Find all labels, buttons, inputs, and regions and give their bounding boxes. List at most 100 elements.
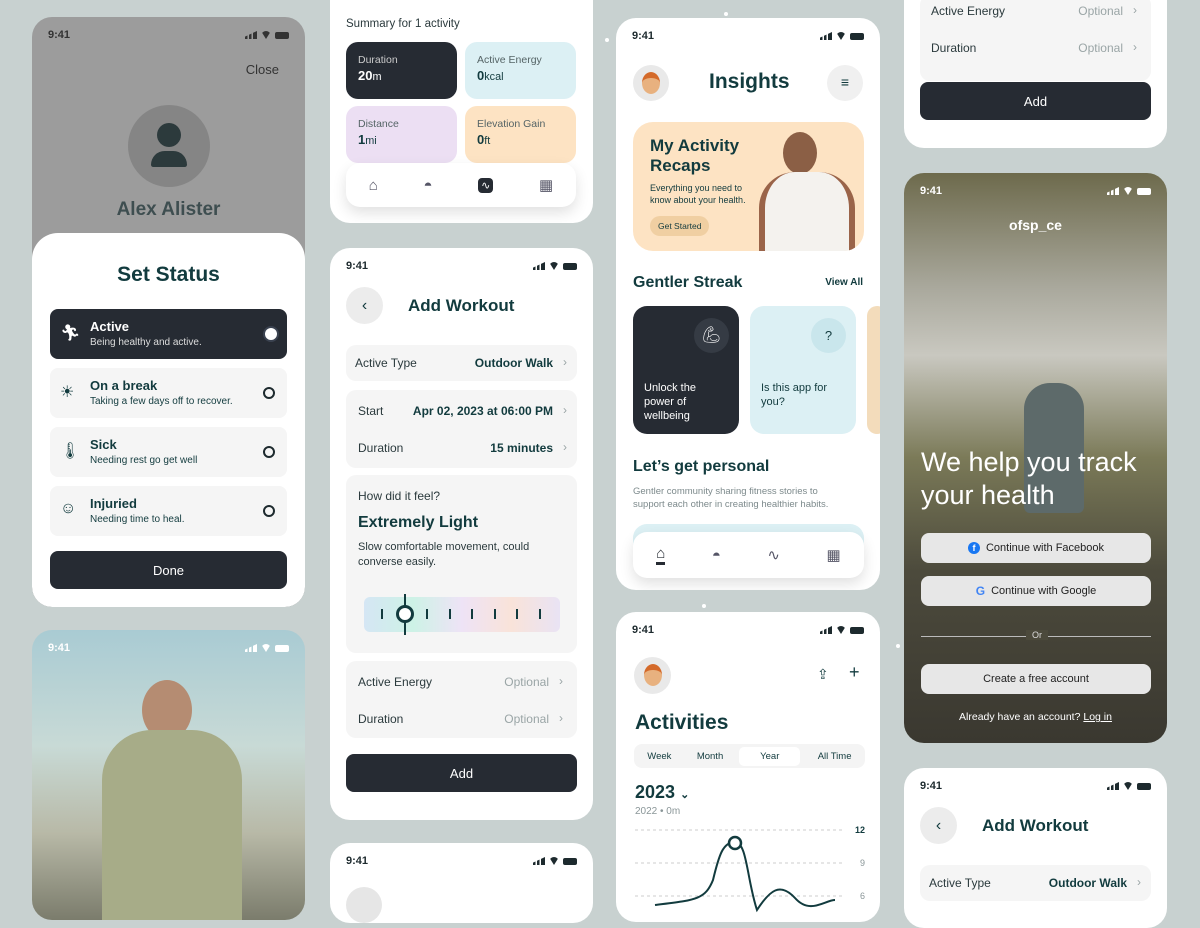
personal-desc: Gentler community sharing fitness storie… xyxy=(633,486,829,510)
highlight-point xyxy=(727,835,743,851)
home-icon[interactable]: ⌂ xyxy=(656,545,666,565)
status-option-injured[interactable]: ☺︎ Injuried Needing time to heal. xyxy=(50,486,287,536)
chart-icon[interactable]: ∿ xyxy=(478,177,494,193)
status-sheet: Set Status 🏃︎ Active Being healthy and a… xyxy=(32,233,305,607)
status-time: 9:41 xyxy=(48,642,71,654)
add-button[interactable]: Add xyxy=(920,82,1151,120)
chevron-right-icon: › xyxy=(563,355,567,369)
tab-all-time[interactable]: All Time xyxy=(804,751,865,762)
status-option-on-break[interactable]: ☀︎ On a break Taking a few days off to r… xyxy=(50,368,287,418)
summary-heading: Summary for 1 activity xyxy=(346,18,460,30)
avatar[interactable] xyxy=(634,657,671,694)
slider-thumb[interactable] xyxy=(395,605,414,623)
login-prompt: Already have an account? Log in xyxy=(959,711,1112,723)
chart-icon[interactable]: ∿ xyxy=(767,546,780,564)
status-option-active[interactable]: 🏃︎ Active Being healthy and active. xyxy=(50,309,287,359)
home-icon[interactable]: ⌂ xyxy=(369,177,378,194)
personal-title: Let’s get personal xyxy=(633,458,770,475)
signal-icon xyxy=(820,32,832,40)
google-icon: G xyxy=(975,584,986,598)
add-button[interactable]: Add xyxy=(346,754,577,792)
flexed-arm-icon: 💪︎ xyxy=(694,318,729,353)
close-button[interactable]: Close xyxy=(246,62,279,77)
wifi-icon xyxy=(836,626,846,634)
active-type-row[interactable]: Active Type Outdoor Walk › xyxy=(346,345,577,381)
page-title: Add Workout xyxy=(408,296,515,315)
radio[interactable] xyxy=(263,505,275,517)
previous-year-summary: 2022 • 0m xyxy=(635,806,681,817)
avatar[interactable] xyxy=(346,887,382,923)
wifi-icon xyxy=(549,857,559,865)
page-title: Insights xyxy=(709,70,790,93)
slider-tick xyxy=(516,609,518,619)
share-icon[interactable]: ⇪ xyxy=(817,666,829,683)
active-type-row[interactable]: Active Type Outdoor Walk › xyxy=(920,865,1151,901)
sheet-title: Set Status xyxy=(117,263,220,286)
question-bubble-icon: ? xyxy=(811,318,846,353)
recap-banner[interactable]: My Activity Recaps Everything you need t… xyxy=(633,122,864,251)
app-logo: ofsp_ce xyxy=(1009,217,1062,233)
back-button[interactable]: ‹ xyxy=(346,287,383,324)
chevron-right-icon: › xyxy=(563,403,567,417)
decor-dot xyxy=(702,604,706,608)
running-icon: 🏃︎ xyxy=(60,325,81,342)
tab-month[interactable]: Month xyxy=(685,751,736,762)
effort-slider[interactable] xyxy=(364,594,560,635)
avatar[interactable] xyxy=(633,65,669,101)
radio-selected[interactable] xyxy=(265,328,277,340)
runner-photo-screen: 9:41 xyxy=(32,630,305,920)
battery-icon xyxy=(275,644,289,652)
add-workout-screen-2: 9:41 ‹ Add Workout Active Type Outdoor W… xyxy=(904,768,1167,928)
slider-tick xyxy=(471,609,473,619)
create-account-button[interactable]: Create a free account xyxy=(921,664,1151,694)
tab-year[interactable]: Year xyxy=(739,746,801,766)
get-started-button[interactable]: Get Started xyxy=(650,216,710,236)
avatar[interactable] xyxy=(128,105,210,187)
status-time: 9:41 xyxy=(632,624,655,636)
decor-dot xyxy=(605,38,609,42)
activities-screen-partial: 9:41 xyxy=(330,843,593,923)
period-tabs: Week Month Year All Time xyxy=(634,744,865,768)
head-bandage-icon: ☺︎ xyxy=(60,500,77,517)
grid-icon[interactable]: ▦ xyxy=(539,176,553,194)
streak-card-question[interactable]: ? Is this app for you? xyxy=(750,306,856,434)
or-label: Or xyxy=(1026,630,1048,640)
menu-button[interactable]: ≡ xyxy=(827,65,863,101)
slider-tick xyxy=(448,609,451,619)
plus-icon[interactable]: + xyxy=(849,662,860,683)
chevron-right-icon: › xyxy=(559,711,563,725)
google-button[interactable]: G Continue with Google xyxy=(921,576,1151,606)
status-time: 9:41 xyxy=(920,780,943,792)
chevron-right-icon: › xyxy=(1133,3,1137,17)
streak-card-wellbeing[interactable]: 💪︎ Unlock the power of wellbeing xyxy=(633,306,739,434)
slider-tick xyxy=(381,609,383,619)
y-tick: 12 xyxy=(855,825,865,835)
back-button[interactable]: ‹ xyxy=(920,807,957,844)
chevron-down-icon: ⌄ xyxy=(680,789,690,801)
login-link[interactable]: Log in xyxy=(1083,711,1112,723)
insights-screen: 9:41 Insights ≡ My Activity Recaps Every… xyxy=(616,18,880,590)
activity-chart: 12 9 6 xyxy=(635,825,865,913)
year-selector[interactable]: 2023 ⌄ xyxy=(635,782,689,803)
bottom-nav: ⌂ ◓ ∿ ▦ xyxy=(346,163,576,207)
tile-active-energy: Active Energy 0kcal xyxy=(465,42,576,99)
tile-duration: Duration 20m xyxy=(346,42,457,99)
signal-icon xyxy=(820,626,832,634)
battery-icon xyxy=(1137,187,1151,195)
shoe-icon[interactable]: ◓ xyxy=(712,547,721,564)
status-time: 9:41 xyxy=(346,260,369,272)
wifi-icon xyxy=(549,262,559,270)
radio[interactable] xyxy=(263,446,275,458)
status-time: 9:41 xyxy=(632,30,655,42)
view-all-link[interactable]: View All xyxy=(825,277,863,288)
shoe-icon[interactable]: ◓ xyxy=(423,177,432,194)
tab-week[interactable]: Week xyxy=(634,751,685,762)
status-option-sick[interactable]: 🌡︎ Sick Needing rest go get well xyxy=(50,427,287,477)
done-button[interactable]: Done xyxy=(50,551,287,589)
grid-icon[interactable]: ▦ xyxy=(827,546,841,564)
chevron-right-icon: › xyxy=(1133,40,1137,54)
radio[interactable] xyxy=(263,387,275,399)
facebook-button[interactable]: f Continue with Facebook xyxy=(921,533,1151,563)
signal-icon xyxy=(1107,782,1119,790)
battery-icon xyxy=(850,626,864,634)
